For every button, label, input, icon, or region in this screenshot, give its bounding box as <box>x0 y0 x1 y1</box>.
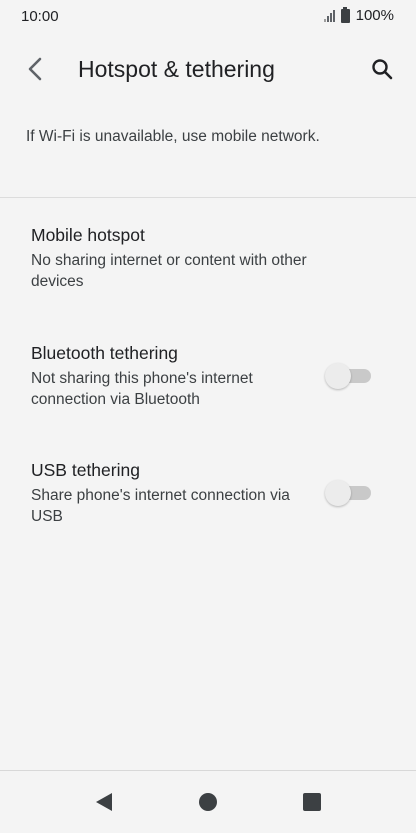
usb-tethering-item[interactable]: USB tethering Share phone's internet con… <box>0 442 416 537</box>
nav-home-circle-icon <box>199 793 217 811</box>
arrow-back-icon <box>28 57 42 81</box>
bluetooth-tethering-title: Bluetooth tethering <box>31 343 178 363</box>
signal-icon <box>323 9 335 22</box>
nav-recents-square-icon <box>303 793 321 811</box>
usb-tethering-toggle[interactable] <box>325 479 373 506</box>
switch-thumb <box>325 363 351 389</box>
nav-back-triangle-icon <box>96 793 112 811</box>
section-divider <box>0 197 416 198</box>
bluetooth-tethering-item[interactable]: Bluetooth tethering Not sharing this pho… <box>0 325 416 420</box>
back-button[interactable] <box>18 51 54 87</box>
search-icon <box>372 59 393 80</box>
status-indicators: 100% <box>323 6 394 24</box>
bluetooth-tethering-summary: Not sharing this phone's internet connec… <box>31 370 253 408</box>
wifi-unavailable-info: If Wi-Fi is unavailable, use mobile netw… <box>26 128 320 145</box>
mobile-hotspot-title: Mobile hotspot <box>31 225 145 245</box>
battery-percentage: 100% <box>355 7 394 24</box>
usb-tethering-summary: Share phone's internet connection via US… <box>31 487 290 525</box>
nav-back-button[interactable] <box>89 787 119 817</box>
search-button[interactable] <box>362 49 402 89</box>
bluetooth-tethering-toggle[interactable] <box>325 362 373 389</box>
battery-icon <box>340 6 350 23</box>
mobile-hotspot-item[interactable]: Mobile hotspot No sharing internet or co… <box>0 210 416 305</box>
status-time: 10:00 <box>21 8 59 25</box>
status-bar: 10:00 100% <box>0 0 416 34</box>
app-bar: Hotspot & tethering <box>0 34 416 104</box>
nav-recents-button[interactable] <box>297 787 327 817</box>
switch-thumb <box>325 480 351 506</box>
nav-home-button[interactable] <box>193 787 223 817</box>
page-title: Hotspot & tethering <box>78 56 275 82</box>
usb-tethering-title: USB tethering <box>31 460 140 480</box>
mobile-hotspot-summary: No sharing internet or content with othe… <box>31 252 307 290</box>
navigation-bar <box>0 770 416 833</box>
